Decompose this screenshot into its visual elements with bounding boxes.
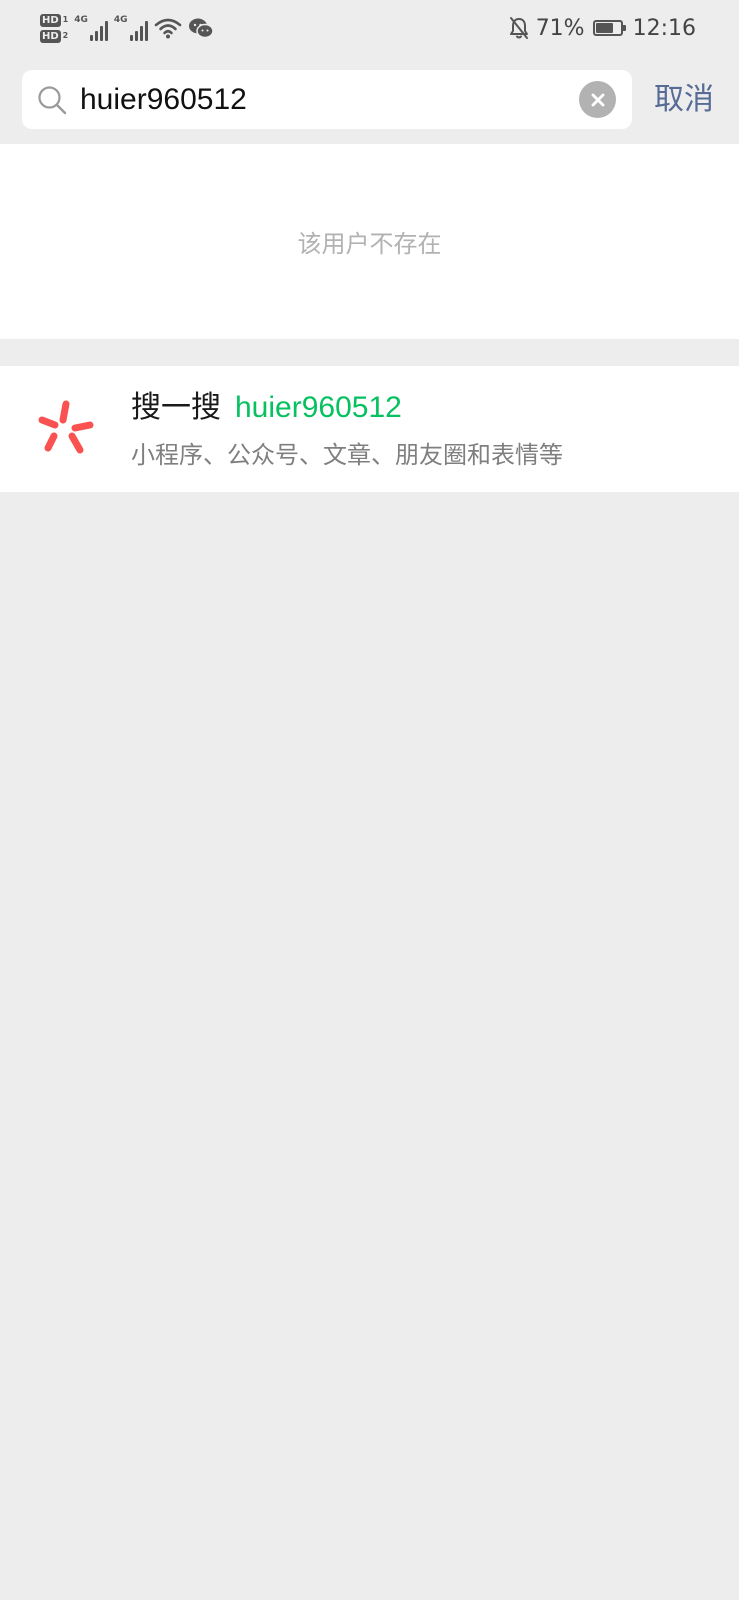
sou-yi-sou-subtitle: 小程序、公众号、文章、朋友圈和表情等 [131,441,563,469]
wechat-icon [188,18,214,39]
wifi-icon [154,18,181,39]
signal-icon: 4G [114,15,148,41]
status-left: HD 1 HD 2 4G 4G [40,8,214,48]
cancel-button[interactable]: 取消 [654,70,714,129]
hd-label: HD [40,29,61,43]
network-type: 4G [74,15,88,25]
search-one-search-row[interactable]: 搜一搜 huier960512 小程序、公众号、文章、朋友圈和表情等 [0,366,739,492]
result-card: 该用户不存在 [0,144,739,339]
search-icon [38,86,67,115]
hd-sim-number: 2 [62,31,69,40]
search-input[interactable] [80,70,570,129]
not-found-message: 该用户不存在 [297,230,442,258]
search-box[interactable] [22,70,632,129]
status-right: 71% 12:16 [508,8,696,48]
hd-indicators: HD 1 HD 2 [40,13,69,43]
clear-button[interactable] [579,81,616,118]
mute-icon [509,17,528,39]
sou-yi-sou-label: 搜一搜 [131,390,221,425]
search-header: 取消 [0,56,739,144]
close-icon [591,93,604,106]
signal-icon: 4G [74,15,108,41]
network-type: 4G [113,15,128,25]
battery-percent: 71% [535,15,585,41]
hd-badge-1: HD 1 [40,13,69,27]
sou-yi-sou-keyword: huier960512 [235,391,402,424]
hd-sim-number: 1 [62,15,69,24]
clock: 12:16 [632,15,696,41]
hd-label: HD [40,13,61,27]
battery-icon [592,20,626,36]
sou-yi-sou-title: 搜一搜 huier960512 [131,388,402,428]
hd-badge-2: HD 2 [40,29,69,43]
status-bar: HD 1 HD 2 4G 4G 71% 12:16 [0,0,739,56]
sou-yi-sou-icon [38,400,94,454]
